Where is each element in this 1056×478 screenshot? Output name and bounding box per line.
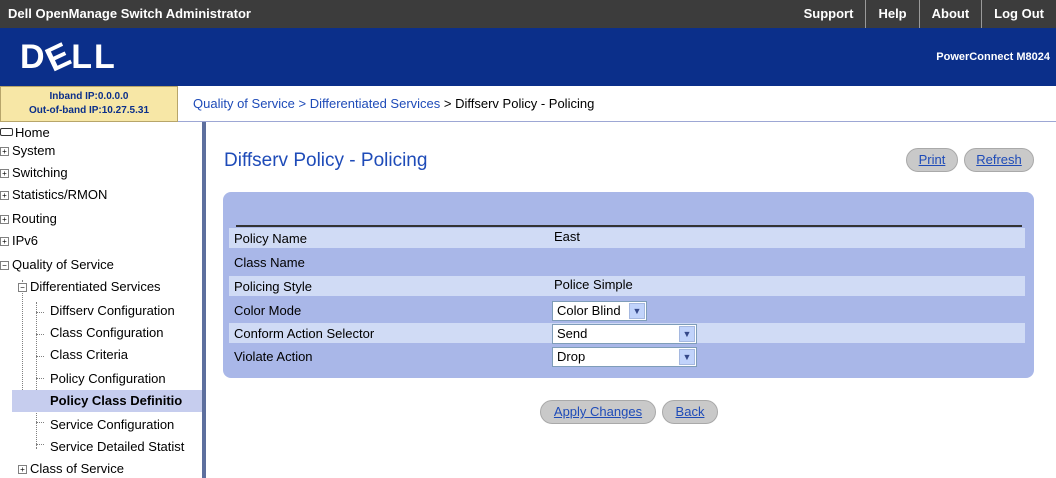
chevron-down-icon[interactable]: ▼ — [629, 303, 645, 319]
sidebar-item-diffserv[interactable]: − Differentiated Services — [18, 276, 161, 298]
expand-icon[interactable]: + — [0, 169, 9, 178]
support-link[interactable]: Support — [792, 0, 866, 28]
row-class-name: Class Name — [229, 252, 1025, 272]
sidebar-item-switching[interactable]: + Switching — [0, 162, 68, 184]
policy-name-label: Policy Name — [234, 231, 307, 246]
breadcrumb-qos[interactable]: Quality of Service — [193, 96, 295, 111]
expand-icon[interactable]: + — [0, 237, 9, 246]
sidebar-item-system[interactable]: + System — [0, 140, 55, 162]
conform-action-select[interactable]: Send ▼ — [552, 324, 697, 344]
violate-action-select[interactable]: Drop ▼ — [552, 347, 697, 367]
breadcrumb-diffserv[interactable]: Differentiated Services — [310, 96, 441, 111]
policy-name-value: East — [554, 229, 581, 244]
violate-action-selected: Drop — [557, 349, 586, 364]
tree-connector — [36, 356, 44, 357]
color-mode-selected: Color Blind — [557, 303, 621, 318]
policing-style-label: Policing Style — [234, 279, 313, 294]
back-button[interactable]: Back — [662, 400, 718, 424]
sidebar-item-label: IPv6 — [12, 233, 39, 248]
help-link[interactable]: Help — [865, 0, 918, 28]
tree-connector — [36, 312, 44, 313]
sidebar-item-qos[interactable]: − Quality of Service — [0, 254, 114, 276]
conform-action-label: Conform Action Selector — [234, 326, 375, 341]
sidebar: Home + System + Switching + Statistics/RMON… — [0, 122, 206, 478]
title-bar: Dell OpenManage Switch Administrator Sup… — [0, 0, 1056, 28]
conform-action-selected: Send — [557, 326, 588, 341]
breadcrumb-separator: > — [443, 96, 456, 111]
tree-connector — [36, 448, 37, 449]
sidebar-item-routing[interactable]: + Routing — [0, 208, 57, 230]
page-title: Diffserv Policy - Policing — [224, 150, 428, 171]
tree-connector — [36, 444, 44, 445]
sidebar-item-label: Class of Service — [30, 461, 124, 476]
outofband-ip: Out-of-band IP:10.27.5.31 — [28, 105, 150, 116]
print-button[interactable]: Print — [906, 148, 958, 172]
sidebar-item-class-of-service[interactable]: + Class of Service — [18, 458, 124, 478]
sidebar-item-label: Differentiated Services — [30, 279, 161, 294]
home-icon — [0, 128, 13, 136]
refresh-button[interactable]: Refresh — [964, 148, 1034, 172]
violate-action-label: Violate Action — [234, 349, 313, 364]
tree-connector — [36, 422, 44, 423]
ip-info: Inband IP:0.0.0.0 Out-of-band IP:10.27.5… — [0, 86, 178, 122]
breadcrumb-separator: > — [298, 96, 310, 111]
expand-icon[interactable]: + — [0, 147, 9, 156]
inband-ip: Inband IP:0.0.0.0 — [49, 91, 129, 102]
chevron-down-icon[interactable]: ▼ — [679, 349, 695, 365]
sidebar-item-statistics[interactable]: + Statistics/RMON — [0, 184, 107, 206]
sidebar-item-service-config[interactable]: Service Configuration — [50, 414, 174, 436]
expand-icon[interactable]: + — [18, 465, 27, 474]
expand-icon[interactable]: + — [0, 215, 9, 224]
sidebar-item-label: Quality of Service — [12, 257, 114, 272]
product-name: PowerConnect M8024 — [936, 51, 1050, 63]
tree-connector — [36, 302, 37, 448]
policing-form-panel: Policy Name East Class Name Policing Sty… — [223, 192, 1034, 378]
sidebar-item-class-criteria[interactable]: Class Criteria — [50, 344, 128, 366]
header-rule — [236, 225, 1022, 227]
sidebar-item-diffserv-config[interactable]: Diffserv Configuration — [50, 300, 175, 322]
top-nav: Support Help About Log Out — [792, 0, 1056, 28]
app-title: Dell OpenManage Switch Administrator — [8, 6, 251, 21]
sidebar-item-label: System — [12, 143, 56, 158]
apply-changes-button[interactable]: Apply Changes — [540, 400, 656, 424]
color-mode-label: Color Mode — [234, 303, 302, 318]
sidebar-item-class-config[interactable]: Class Configuration — [50, 322, 163, 344]
sidebar-item-label: Switching — [12, 165, 68, 180]
row-policing-style: Policing Style Police Simple — [229, 276, 1025, 296]
sidebar-item-label: Home — [15, 125, 50, 140]
collapse-icon[interactable]: − — [0, 261, 9, 270]
main-content: Diffserv Policy - Policing Print Refresh… — [210, 122, 1056, 478]
breadcrumb-current: Diffserv Policy - Policing — [455, 96, 595, 111]
collapse-icon[interactable]: − — [18, 283, 27, 292]
policing-style-value: Police Simple — [554, 277, 633, 292]
class-name-label: Class Name — [234, 255, 305, 270]
logout-link[interactable]: Log Out — [981, 0, 1056, 28]
dell-logo: DELL — [20, 34, 117, 80]
sidebar-item-label: Routing — [12, 211, 57, 226]
sidebar-item-policy-config[interactable]: Policy Configuration — [50, 368, 166, 390]
expand-icon[interactable]: + — [0, 191, 9, 200]
color-mode-select[interactable]: Color Blind ▼ — [552, 301, 647, 321]
sidebar-item-policy-class-definition[interactable]: Policy Class Definitio — [12, 390, 202, 412]
breadcrumb-bar: Quality of Service > Differentiated Serv… — [178, 86, 1056, 122]
sidebar-item-service-stats[interactable]: Service Detailed Statist — [50, 436, 184, 458]
about-link[interactable]: About — [918, 0, 982, 28]
chevron-down-icon[interactable]: ▼ — [679, 326, 695, 342]
tree-connector — [36, 378, 44, 379]
breadcrumb: Quality of Service > Differentiated Serv… — [193, 96, 594, 111]
sidebar-item-label: Statistics/RMON — [12, 187, 108, 202]
banner: DELL PowerConnect M8024 — [0, 28, 1056, 86]
tree-connector — [36, 334, 44, 335]
row-policy-name: Policy Name East — [229, 228, 1025, 248]
sidebar-item-ipv6[interactable]: + IPv6 — [0, 230, 38, 252]
